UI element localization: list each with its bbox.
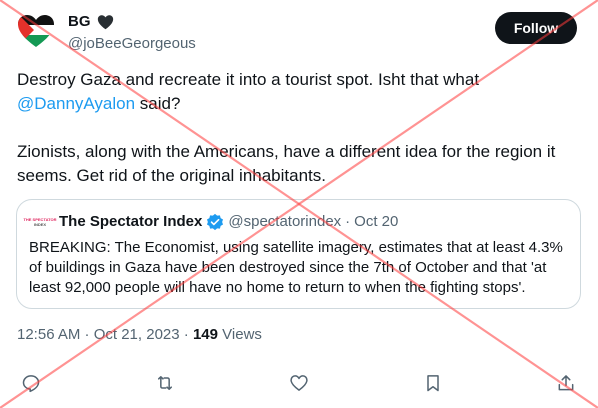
palestine-flag-heart-icon <box>18 15 54 47</box>
author-name[interactable]: BG <box>68 12 91 32</box>
like-button[interactable] <box>282 366 316 400</box>
tweet-text-part: Destroy Gaza and recreate it into a tour… <box>17 70 480 89</box>
follow-button[interactable]: Follow <box>495 12 577 44</box>
like-icon <box>290 375 308 391</box>
separator: · <box>345 213 351 230</box>
avatar[interactable] <box>16 12 56 52</box>
reply-button[interactable] <box>14 366 48 400</box>
quoted-text: BREAKING: The Economist, using satellite… <box>29 239 563 296</box>
quoted-author-handle: @spectatorindex <box>228 213 342 230</box>
quoted-tweet[interactable]: THE SPECTATOR INDEX The Spectator Index … <box>16 199 581 309</box>
quoted-author-name: The Spectator Index <box>59 213 203 230</box>
retweet-button[interactable] <box>148 366 182 400</box>
verified-badge-icon <box>207 213 224 231</box>
tweet-text-part: said? <box>135 94 181 113</box>
tweet-author: BG @joBeeGeorgeous <box>68 12 196 54</box>
bookmark-icon <box>427 375 439 392</box>
tweet-paragraph: Zionists, along with the Americans, have… <box>17 142 556 185</box>
timestamp[interactable]: 12:56 AM · Oct 21, 2023 <box>17 326 180 343</box>
action-bar <box>0 366 598 400</box>
reply-icon <box>22 375 40 393</box>
black-heart-icon <box>97 14 113 29</box>
quoted-date: Oct 20 <box>354 213 399 230</box>
tweet-meta: 12:56 AM · Oct 21, 2023 · 149 Views <box>17 325 262 345</box>
views-count: 149 <box>192 326 218 343</box>
mention-link[interactable]: @DannyAyalon <box>17 94 135 113</box>
tweet-text: Destroy Gaza and recreate it into a tour… <box>17 68 577 188</box>
spectator-index-logo: THE SPECTATOR INDEX <box>23 217 57 227</box>
bookmark-button[interactable] <box>416 366 450 400</box>
views-label: Views <box>222 326 262 343</box>
author-handle[interactable]: @joBeeGeorgeous <box>68 34 196 54</box>
share-button[interactable] <box>549 366 583 400</box>
share-icon <box>558 375 574 391</box>
retweet-icon <box>158 376 172 390</box>
separator: · <box>183 326 189 343</box>
